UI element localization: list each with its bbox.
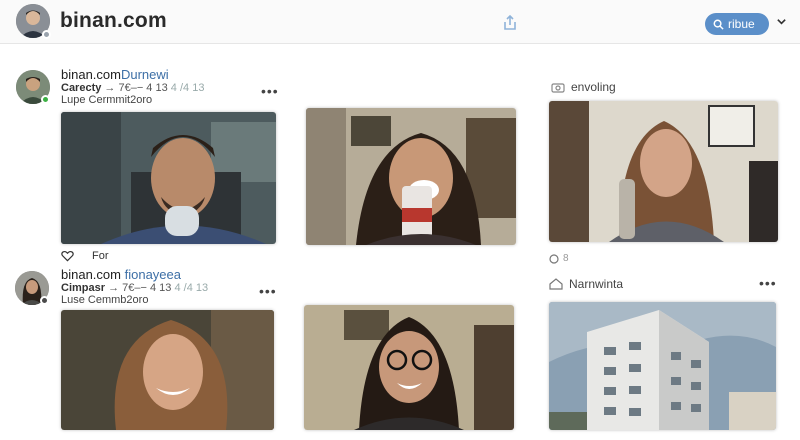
photo-man-drinking[interactable] <box>61 112 276 244</box>
photo-woman-glasses[interactable] <box>304 305 514 430</box>
reaction-bar: For <box>61 250 109 262</box>
post-subtitle: Lupe Cermmit2oro <box>61 94 153 106</box>
like-label[interactable]: For <box>92 250 109 262</box>
photo-apartment-building[interactable] <box>549 302 776 430</box>
search-button[interactable]: ribue <box>705 13 769 35</box>
post-author[interactable]: binan.comDurnewi <box>61 67 204 82</box>
online-status-dot <box>41 95 50 104</box>
post-author[interactable]: binan.com fionayeea <box>61 267 208 282</box>
post-meta-line: Carecty → 7€–− 4 13 4 /4 13 <box>61 82 205 94</box>
side-menu-button[interactable]: ••• <box>759 276 777 290</box>
search-button-label: ribue <box>728 17 755 31</box>
site-title[interactable]: binan.com <box>60 9 167 33</box>
post-header: binan.comDurnewi Carecty → 7€–− 4 13 4 /… <box>61 67 204 106</box>
search-icon <box>713 19 724 30</box>
share-icon[interactable] <box>502 14 518 32</box>
heart-icon[interactable] <box>61 250 74 262</box>
chevron-down-icon[interactable] <box>776 16 787 27</box>
post-header: binan.com fionayeea Cimpasr → 7€–− 4 13 … <box>61 267 208 306</box>
side-section-label: Narnwinta <box>549 277 623 291</box>
camera-icon <box>551 83 565 93</box>
comment-icon <box>549 253 559 264</box>
post-subtitle: Luse Cemmb2oro <box>61 294 149 306</box>
side-section-label: envoling <box>551 80 616 94</box>
photo-woman-laughing[interactable] <box>306 108 516 245</box>
photo-woman-drinking[interactable] <box>549 101 778 242</box>
header-status-dot <box>42 30 51 39</box>
post-meta-line: Cimpasr → 7€–− 4 13 4 /4 13 <box>61 282 209 294</box>
post-menu-button[interactable]: ••• <box>259 284 277 298</box>
home-icon <box>549 278 563 290</box>
post-menu-button[interactable]: ••• <box>261 84 279 98</box>
comment-count[interactable]: 8 <box>549 253 569 264</box>
top-bar: binan.com ribue <box>0 0 800 44</box>
photo-woman-smiling[interactable] <box>61 310 274 430</box>
status-dot <box>40 296 49 305</box>
